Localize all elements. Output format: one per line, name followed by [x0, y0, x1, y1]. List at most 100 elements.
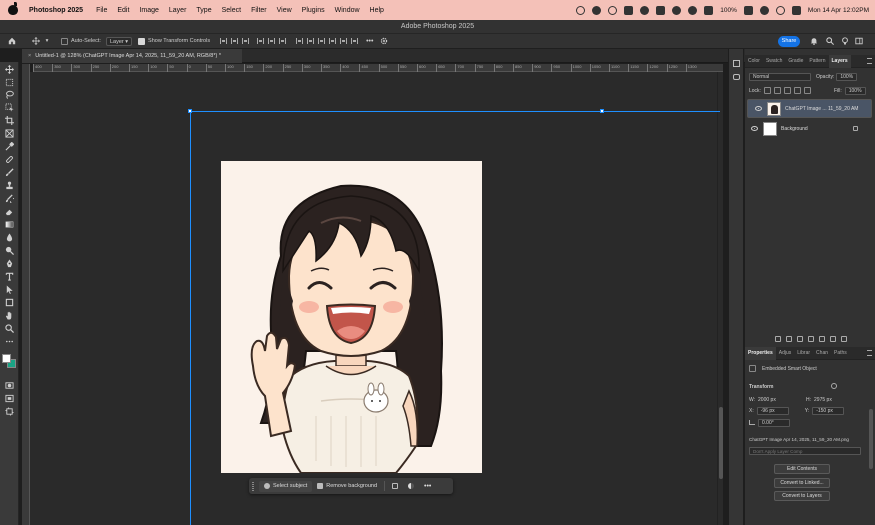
distribute-right-icon[interactable] — [318, 38, 326, 44]
menu-type[interactable]: Type — [191, 7, 216, 14]
y-field[interactable]: -150 px — [812, 406, 845, 415]
menu-file[interactable]: File — [91, 7, 112, 14]
discover-lightbulb-icon[interactable] — [841, 37, 849, 45]
screen-mode-icon[interactable] — [4, 394, 15, 403]
blur-tool-icon[interactable] — [4, 233, 15, 242]
lock-all-icon[interactable] — [803, 87, 811, 94]
adjustment-button[interactable] — [403, 481, 419, 492]
opacity-field[interactable]: 100% — [836, 72, 858, 81]
panel-menu-icon[interactable] — [867, 350, 872, 356]
transform-handle-top-middle[interactable] — [600, 109, 604, 113]
align-top-icon[interactable] — [257, 38, 265, 44]
brush-tool-icon[interactable] — [4, 168, 15, 177]
vpn-icon[interactable] — [672, 5, 682, 15]
panel-menu-icon[interactable] — [867, 58, 872, 64]
app-name-menu[interactable]: Photoshop 2025 — [24, 7, 91, 14]
visibility-eye-icon[interactable] — [755, 106, 762, 111]
vertical-ruler[interactable] — [22, 64, 30, 525]
tool-preset-chevron-icon[interactable]: ▾ — [43, 37, 51, 46]
menu-image[interactable]: Image — [134, 7, 163, 14]
type-tool-icon[interactable] — [4, 272, 15, 281]
frame-tool-icon[interactable] — [4, 129, 15, 138]
comments-panel-icon[interactable] — [733, 74, 740, 80]
menu-layer[interactable]: Layer — [164, 7, 192, 14]
visibility-eye-icon[interactable] — [751, 126, 758, 131]
menubar-clock[interactable]: Mon 14 Apr 12:02PM — [808, 7, 869, 14]
horizontal-ruler[interactable]: 400 350 300 250 200 150 100 50 0 50 100 150 200 250 30… — [33, 64, 723, 72]
menu-help[interactable]: Help — [365, 7, 389, 14]
distribute-hcenter-icon[interactable] — [307, 38, 315, 44]
clone-stamp-tool-icon[interactable] — [4, 181, 15, 190]
new-group-icon[interactable] — [819, 336, 825, 342]
blend-mode-dropdown[interactable]: Normal — [749, 72, 811, 81]
properties-scrollbar[interactable] — [869, 409, 873, 469]
gradient-tool-icon[interactable] — [4, 220, 15, 229]
auto-select-checkbox[interactable] — [61, 37, 68, 45]
notification-bell-icon[interactable] — [810, 37, 818, 45]
layer-row-smart-object[interactable]: ChatGPT Image ... 11_59_20 AM — [747, 99, 872, 118]
eraser-tool-icon[interactable] — [4, 207, 15, 216]
crop-tool-icon[interactable] — [4, 116, 15, 125]
align-middle-icon[interactable] — [268, 38, 276, 44]
tab-color[interactable]: Color — [745, 55, 763, 68]
distribute-vcenter-icon[interactable] — [340, 38, 348, 44]
history-brush-tool-icon[interactable] — [4, 194, 15, 203]
object-selection-tool-icon[interactable] — [4, 103, 15, 112]
battery-icon[interactable] — [743, 5, 753, 15]
hand-tool-icon[interactable] — [4, 311, 15, 320]
close-tab-icon[interactable]: × — [28, 49, 31, 63]
fill-field[interactable]: 100% — [844, 86, 866, 95]
align-right-icon[interactable] — [242, 38, 250, 44]
remove-background-button[interactable]: Remove background — [312, 481, 382, 492]
menu-select[interactable]: Select — [217, 7, 246, 14]
healing-brush-tool-icon[interactable] — [4, 155, 15, 164]
link-layers-icon[interactable] — [775, 336, 781, 342]
zoom-tool-icon[interactable] — [4, 324, 15, 333]
control-center-icon[interactable] — [791, 5, 801, 15]
lock-artboard-icon[interactable] — [793, 87, 801, 94]
tab-swatches[interactable]: Swatch — [763, 55, 785, 68]
delete-layer-icon[interactable] — [841, 336, 847, 342]
color-swatches[interactable] — [2, 354, 17, 369]
quick-mask-icon[interactable] — [4, 381, 15, 390]
tab-libraries[interactable]: Librar — [794, 347, 813, 360]
edit-contents-button[interactable]: Edit Contents — [774, 464, 830, 474]
transform-options-button[interactable] — [387, 481, 403, 492]
height-field[interactable]: 2975 px — [814, 397, 832, 403]
add-mask-icon[interactable] — [797, 336, 803, 342]
new-layer-icon[interactable] — [830, 336, 836, 342]
adjustment-layer-icon[interactable] — [808, 336, 814, 342]
lock-transparent-icon[interactable] — [763, 87, 771, 94]
game-icon[interactable] — [688, 5, 698, 15]
lock-image-icon[interactable] — [773, 87, 781, 94]
wechat-icon[interactable] — [592, 5, 602, 15]
workspace-switcher-icon[interactable] — [855, 37, 863, 45]
angle-field[interactable]: 0.00° — [758, 418, 790, 427]
reset-transform-icon[interactable] — [831, 383, 837, 389]
tab-patterns[interactable]: Pattern — [806, 55, 828, 68]
dropbox-icon[interactable] — [624, 5, 634, 15]
edit-toolbar-icon[interactable] — [4, 337, 15, 346]
select-subject-button[interactable]: Select subject — [259, 480, 313, 492]
distribute-bottom-icon[interactable] — [351, 38, 359, 44]
document-canvas[interactable] — [221, 161, 482, 473]
menu-view[interactable]: View — [272, 7, 297, 14]
layer-row-background[interactable]: Background — [747, 119, 872, 138]
document-tab[interactable]: × Untitled-1 @ 128% (ChatGPT Image Apr 14… — [22, 49, 242, 63]
context-more-button[interactable]: ••• — [419, 481, 436, 492]
eyedropper-tool-icon[interactable] — [4, 142, 15, 151]
sync-icon[interactable] — [608, 5, 618, 15]
foreground-color-swatch[interactable] — [2, 354, 11, 363]
history-panel-icon[interactable] — [733, 60, 740, 67]
tab-layers[interactable]: Layers — [828, 54, 851, 68]
display-icon[interactable] — [704, 5, 714, 15]
tab-gradients[interactable]: Gradie — [785, 55, 806, 68]
share-button[interactable]: Share — [778, 36, 800, 47]
menu-plugins[interactable]: Plugins — [297, 7, 330, 14]
apple-icon[interactable] — [8, 2, 18, 15]
auto-select-dropdown[interactable]: Layer ▾ — [105, 36, 133, 46]
lasso-tool-icon[interactable] — [4, 90, 15, 99]
mute-icon[interactable] — [656, 5, 666, 15]
bell-icon[interactable] — [640, 5, 650, 15]
distribute-left-icon[interactable] — [296, 38, 304, 44]
